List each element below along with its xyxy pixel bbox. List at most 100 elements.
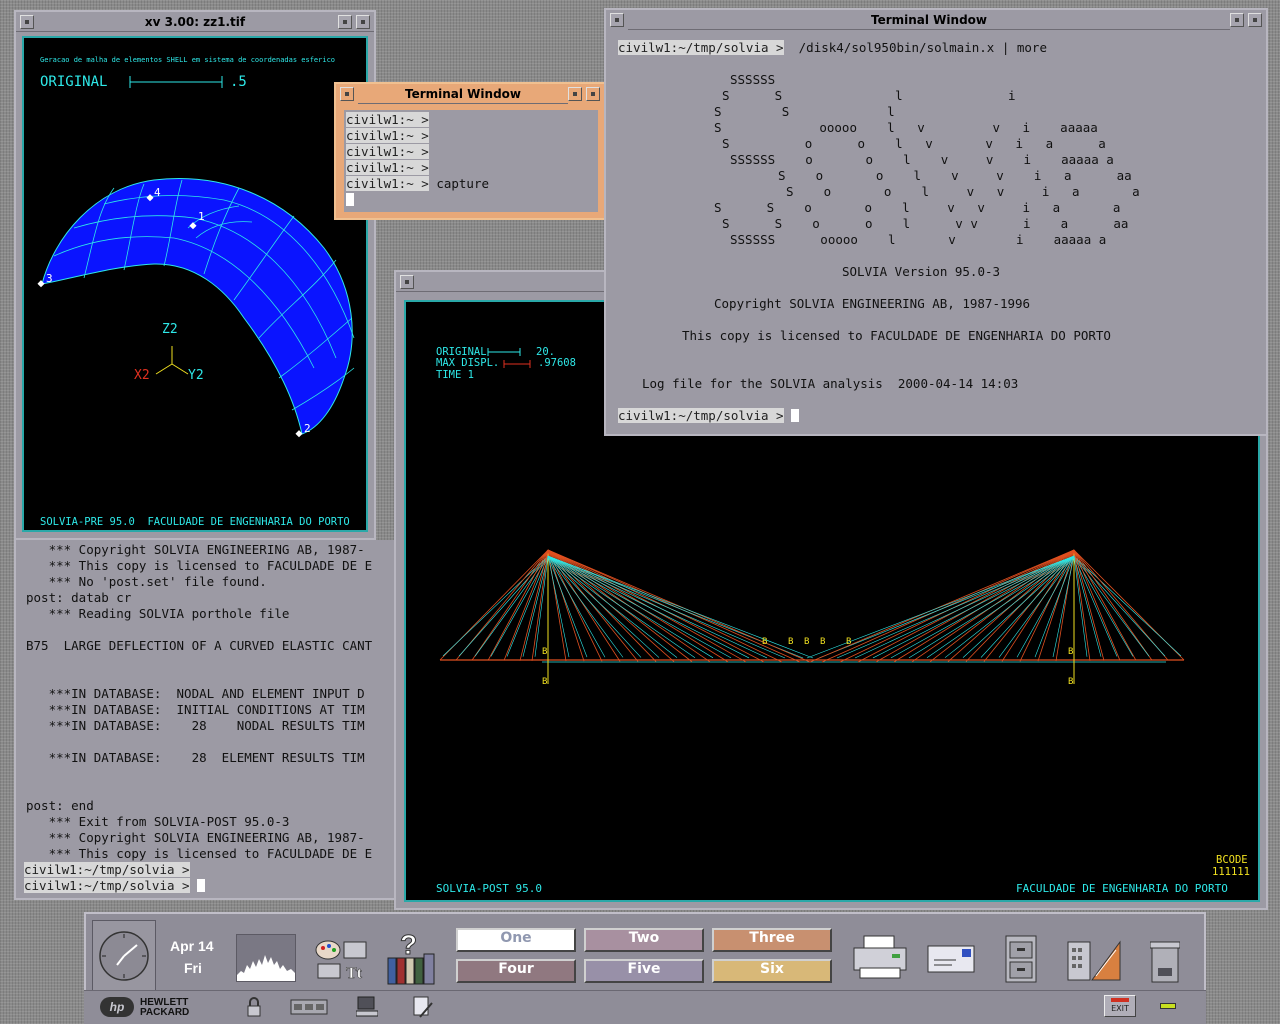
boundary-marker: B xyxy=(820,637,825,647)
boundary-marker: B xyxy=(1068,677,1073,687)
stay-cable-left-deformed xyxy=(547,555,714,659)
terminal-output-line: *** This copy is licensed to FACULDADE D… xyxy=(26,846,373,861)
clock-icon[interactable] xyxy=(93,921,155,991)
post-footer-left: SOLVIA-POST 95.0 xyxy=(436,882,542,895)
minimize-button[interactable] xyxy=(338,15,352,29)
banner-line: S o o l v v i a a xyxy=(722,136,1106,151)
node-label-2: 2 xyxy=(304,422,311,435)
post-prompt-1: civilw1:~/tmp/solvia > xyxy=(24,862,190,877)
exit-indicator-icon xyxy=(1111,998,1129,1002)
copyright-text: Copyright SOLVIA ENGINEERING AB, 1987-19… xyxy=(714,296,1031,311)
workspace-switch-icon[interactable] xyxy=(290,999,328,1015)
exit-button[interactable]: EXIT xyxy=(1104,995,1136,1017)
small-terminal-cursor-line xyxy=(346,192,354,208)
stay-cable-right-deformed xyxy=(818,555,1075,659)
node-label-1: 1 xyxy=(198,210,205,223)
banner-line: SSSSSS ooooo l v i aaaaa a xyxy=(730,232,1107,247)
workspace-button-four[interactable]: Four xyxy=(456,959,576,983)
workspace-button-six[interactable]: Six xyxy=(712,959,832,983)
window-menu-button[interactable] xyxy=(20,15,34,29)
hp-logo: hp HEWLETT PACKARD xyxy=(100,997,222,1019)
help-manager-icon[interactable]: ? xyxy=(386,928,440,986)
banner-line: S S o o l v v i a aa xyxy=(722,216,1129,231)
workspace-button-two[interactable]: Two xyxy=(584,928,704,952)
axis-label-x: X2 xyxy=(134,368,150,383)
mail-icon[interactable] xyxy=(926,944,976,974)
style-manager-icon[interactable]: Tt xyxy=(314,938,370,982)
small-terminal-title: Terminal Window xyxy=(404,87,521,101)
main-terminal-window: Terminal Window civilw1:~/tmp/solvia > /… xyxy=(604,8,1268,436)
xv-canvas[interactable]: Geracao de malha de elementos SHELL em s… xyxy=(22,36,368,532)
main-terminal-title: Terminal Window xyxy=(870,13,987,27)
window-menu-button[interactable] xyxy=(400,275,414,289)
axis-label-y: Y2 xyxy=(188,368,204,383)
node-label-3: 3 xyxy=(46,272,53,285)
boundary-marker: B xyxy=(804,637,809,647)
printer-icon[interactable] xyxy=(852,932,908,982)
main-terminal-titlebar[interactable]: Terminal Window xyxy=(628,10,1230,30)
small-terminal-titlebar[interactable]: Terminal Window xyxy=(358,84,568,104)
exit-label: EXIT xyxy=(1111,1004,1129,1013)
post-terminal-body[interactable]: *** Copyright SOLVIA ENGINEERING AB, 198… xyxy=(22,540,394,896)
text-editor-icon[interactable] xyxy=(412,995,434,1019)
banner-line: S ooooo l v v i aaaaa xyxy=(714,120,1098,135)
stay-cable-left xyxy=(547,549,811,663)
boundary-marker: B xyxy=(542,677,547,687)
banner-line: S S l i xyxy=(722,88,1016,103)
boundary-marker: B xyxy=(1068,647,1073,657)
load-graph-icon xyxy=(237,955,295,981)
stay-cable-left-deformed xyxy=(547,555,660,658)
lock-icon[interactable] xyxy=(246,997,262,1017)
small-terminal-body[interactable]: civilw1:~ > civilw1:~ > civilw1:~ > civi… xyxy=(344,110,598,212)
xv-footer: SOLVIA-PRE 95.0 FACULDADE DE ENGENHARIA … xyxy=(40,516,350,528)
maximize-button[interactable] xyxy=(1248,13,1262,27)
front-panel-bottom-bar: hp HEWLETT PACKARD EXIT xyxy=(84,990,1206,1024)
trash-icon[interactable] xyxy=(1149,938,1181,984)
workspace-button-five[interactable]: Five xyxy=(584,959,704,983)
post-terminal-output: *** Copyright SOLVIA ENGINEERING AB, 198… xyxy=(26,542,372,862)
node-label-4: 4 xyxy=(154,186,161,199)
terminal-output-line: *** This copy is licensed to FACULDADE D… xyxy=(26,558,373,573)
post-footer-right: FACULDADE DE ENGENHARIA DO PORTO xyxy=(1016,882,1228,895)
maximize-button[interactable] xyxy=(356,15,370,29)
terminal-output-line: B75 LARGE DEFLECTION OF A CURVED ELASTIC… xyxy=(26,638,373,653)
small-terminal-line: civilw1:~ > xyxy=(346,128,429,143)
stay-cable-left-deformed xyxy=(547,555,642,658)
solvia-banner: SSSSSS xyxy=(730,72,775,88)
text-cursor xyxy=(197,879,206,892)
workspace-button-three[interactable]: Three xyxy=(712,928,832,952)
stay-cable-right xyxy=(821,549,1075,663)
window-menu-button[interactable] xyxy=(340,87,354,101)
load-monitor-slot[interactable] xyxy=(236,934,296,982)
bcode-value: 111111 xyxy=(1212,866,1250,878)
hp-brand-line2: PACKARD xyxy=(140,1007,190,1018)
stay-cable-right xyxy=(1001,549,1075,662)
window-menu-button[interactable] xyxy=(610,13,624,27)
xv-titlebar[interactable]: xv 3.00: zz1.tif xyxy=(16,12,374,32)
stay-cable-left xyxy=(487,549,549,661)
log-text: Log file for the SOLVIA analysis 2000-04… xyxy=(642,376,1019,391)
stay-cable-right-deformed xyxy=(962,555,1075,658)
command-line: civilw1:~/tmp/solvia > /disk4/sol950bin/… xyxy=(618,40,1047,55)
text-cursor xyxy=(346,193,354,206)
hp-logo-mark: hp xyxy=(100,997,134,1017)
workspace-button-one[interactable]: One xyxy=(456,928,576,952)
svg-text:Tt: Tt xyxy=(346,965,363,982)
terminal-launcher-icon[interactable] xyxy=(355,995,379,1017)
post-prompt-2[interactable]: civilw1:~/tmp/solvia > xyxy=(24,878,206,894)
maximize-button[interactable] xyxy=(586,87,600,101)
minimize-button[interactable] xyxy=(568,87,582,101)
stay-cable-right xyxy=(1037,549,1075,662)
small-terminal-window: Terminal Window civilw1:~ > civilw1:~ > … xyxy=(334,82,606,220)
stay-cable-right xyxy=(839,549,1075,663)
application-manager-icon[interactable] xyxy=(1066,932,1122,984)
terminal-output-line: ***IN DATABASE: 28 NODAL RESULTS TIM xyxy=(26,718,365,733)
file-manager-icon[interactable] xyxy=(1004,934,1038,984)
stay-cable-left-deformed xyxy=(547,555,786,659)
banner-line: S o o l v v i a aa xyxy=(778,168,1132,183)
minimize-button[interactable] xyxy=(1230,13,1244,27)
calendar-slot[interactable]: Apr 14 Fri xyxy=(158,920,228,992)
final-prompt: civilw1:~/tmp/solvia > xyxy=(618,408,800,424)
main-terminal-body[interactable]: civilw1:~/tmp/solvia > /disk4/sol950bin/… xyxy=(616,38,1256,430)
